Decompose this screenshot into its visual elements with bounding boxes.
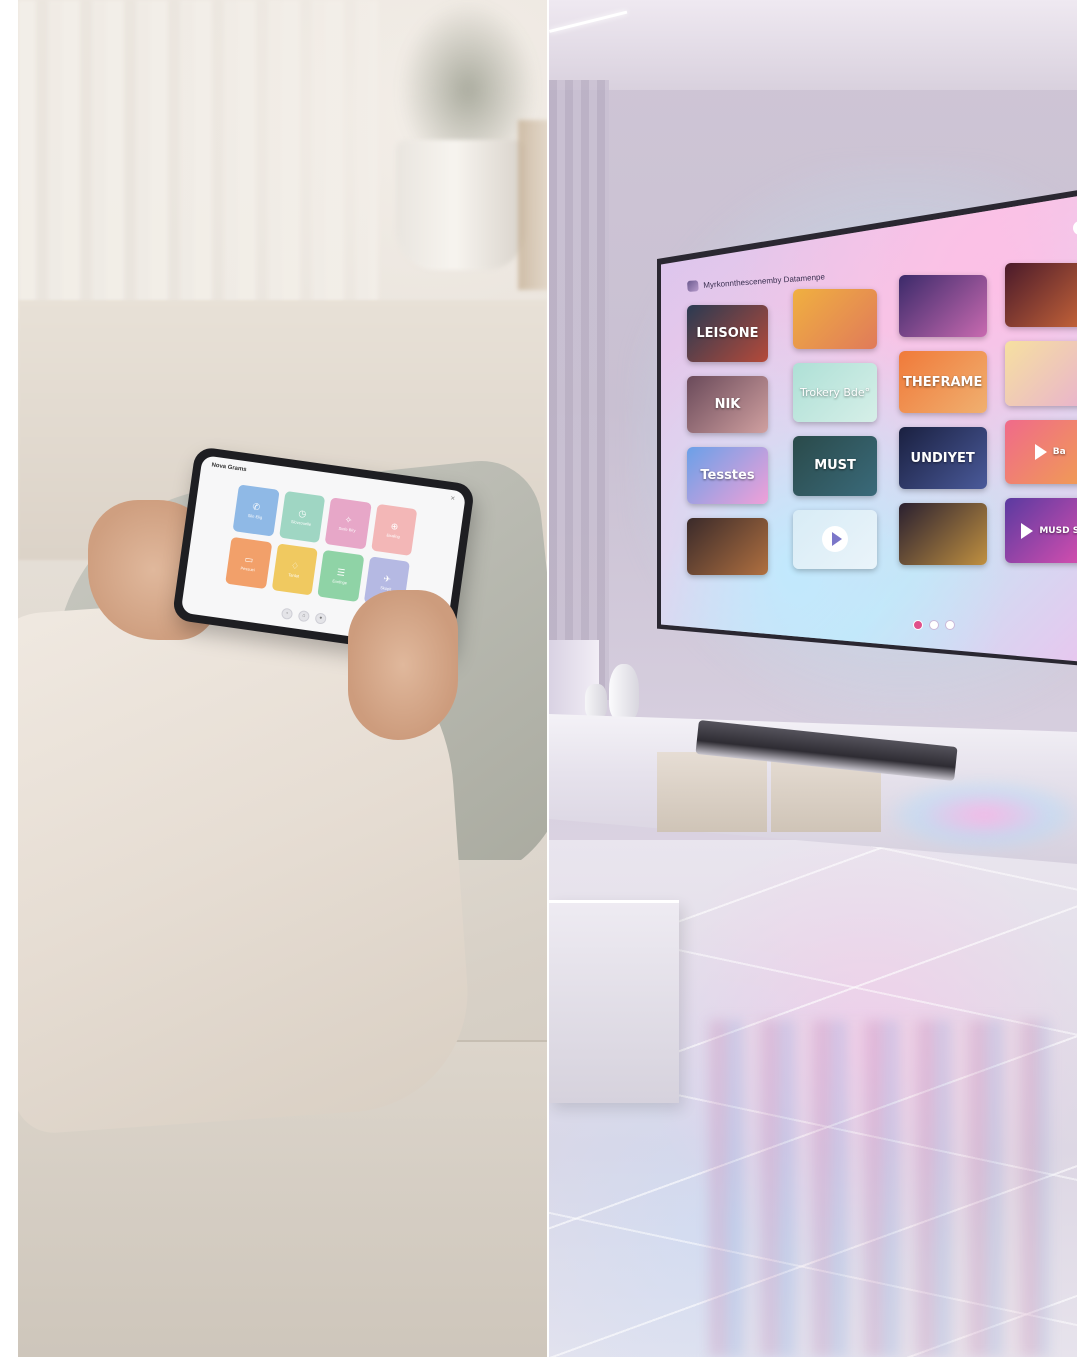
split-photo-scene: Nova Grams ✕ ✆ Slin Elig ◷ Slovzouelle ✧ Sinf…	[0, 0, 1077, 1357]
small-vase	[585, 684, 607, 718]
app-icon: ✆	[251, 501, 261, 512]
app-label: Sinfe Biry	[338, 525, 357, 533]
floor-reflection	[709, 1020, 1049, 1357]
close-icon[interactable]: ✕	[450, 495, 456, 503]
media-poster-tile[interactable]	[792, 509, 878, 570]
app-label: Eiraling	[386, 531, 401, 539]
poster-title: MUSD S	[1039, 525, 1077, 536]
app-label: Tanlat	[288, 571, 300, 579]
media-poster-tile[interactable]: Ba	[1004, 419, 1077, 485]
page-dot[interactable]	[929, 620, 939, 630]
cast-icon[interactable]: ☐	[1073, 221, 1077, 235]
poster-title: Ba	[1052, 447, 1066, 458]
app-icon: ☰	[336, 566, 346, 578]
page-dot[interactable]	[945, 620, 955, 630]
app-icon: ⊕	[390, 520, 399, 532]
poster-title: THEFRAME	[902, 374, 983, 390]
app-icon: ♢	[290, 559, 300, 571]
tv-page-indicator	[913, 620, 955, 630]
tablet-app-tile[interactable]: ⊕ Eiraling	[370, 503, 418, 556]
media-poster-tile[interactable]	[1004, 341, 1077, 406]
media-poster-tile[interactable]: NIK	[687, 376, 768, 434]
app-icon: ✧	[344, 513, 353, 525]
curtain	[549, 80, 609, 700]
poster-title: Tesstes	[700, 468, 755, 484]
dock-button[interactable]: ‹	[280, 607, 294, 621]
right-hand	[348, 590, 458, 740]
living-room-photo-right: Myrkonnthescenemby Datamenpe ☐ LEISONE NI…	[549, 0, 1077, 1357]
dock-button[interactable]: ●	[314, 612, 327, 625]
media-poster-tile[interactable]	[898, 503, 987, 565]
media-poster-tile[interactable]: MUST	[792, 436, 878, 496]
tablet-app-title: Nova Grams	[211, 462, 247, 474]
avatar[interactable]	[687, 280, 699, 292]
app-label: Slin Elig	[247, 512, 263, 520]
tablet-app-tile[interactable]: ◷ Slovzouelle	[278, 490, 326, 544]
play-icon	[1021, 522, 1034, 539]
media-poster-tile[interactable]	[792, 289, 878, 349]
poster-title: Trokery Bde°	[799, 385, 871, 399]
play-icon	[822, 526, 849, 553]
tablet-app-tile[interactable]: ♢ Tanlat	[271, 543, 318, 596]
app-label: Pessuei	[240, 564, 256, 572]
poster-title: LEISONE	[696, 326, 759, 342]
media-poster-tile[interactable]: LEISONE	[687, 305, 768, 363]
wall-frame	[518, 120, 547, 290]
media-poster-tile[interactable]	[687, 518, 768, 576]
tall-vase	[609, 664, 639, 720]
tablet-app-tile[interactable]: ☰ Exrtinge	[317, 549, 364, 602]
play-icon	[1034, 444, 1047, 461]
page-dot[interactable]	[913, 620, 923, 630]
poster-title: MUST	[814, 458, 856, 474]
media-poster-tile[interactable]: UNDIYET	[898, 427, 987, 489]
media-poster-tile[interactable]: Tesstes	[687, 447, 768, 505]
tablet-app-tile[interactable]: ✧ Sinfe Biry	[324, 497, 372, 550]
poster-title: UNDIYET	[910, 450, 975, 466]
tv-screen: Myrkonnthescenemby Datamenpe ☐ LEISONE NI…	[661, 193, 1077, 663]
living-room-photo-left: Nova Grams ✕ ✆ Slin Elig ◷ Slovzouelle ✧ Sinf…	[18, 0, 547, 1357]
media-poster-tile[interactable]: Trokery Bde°	[792, 362, 878, 423]
dock-button[interactable]: ⌂	[297, 609, 311, 623]
poster-title: NIK	[714, 397, 741, 413]
media-poster-tile[interactable]: THEFRAME	[898, 351, 987, 413]
app-icon: ◷	[297, 507, 308, 519]
app-icon: ✈	[382, 572, 392, 584]
plant	[398, 0, 538, 150]
console-drawer	[657, 752, 767, 832]
app-label: Slovzouelle	[290, 518, 312, 527]
tablet-app-tile[interactable]: ✆ Slin Elig	[232, 484, 280, 537]
app-label: Exrtinge	[332, 577, 348, 585]
tv-header-title: Myrkonnthescenemby Datamenpe	[703, 272, 826, 290]
plant-pot	[396, 140, 526, 270]
tablet-app-tile[interactable]: ▭ Pessuei	[225, 536, 272, 590]
media-poster-tile[interactable]	[1004, 263, 1077, 328]
tablet-dock: ‹ ⌂ ●	[280, 607, 327, 625]
coffee-table	[549, 900, 679, 1103]
ceiling	[549, 0, 1077, 90]
media-poster-tile[interactable]	[898, 275, 987, 337]
app-icon: ▭	[244, 553, 254, 565]
console-light-swirl	[889, 780, 1077, 850]
media-poster-tile[interactable]: MUSD S	[1004, 498, 1077, 563]
